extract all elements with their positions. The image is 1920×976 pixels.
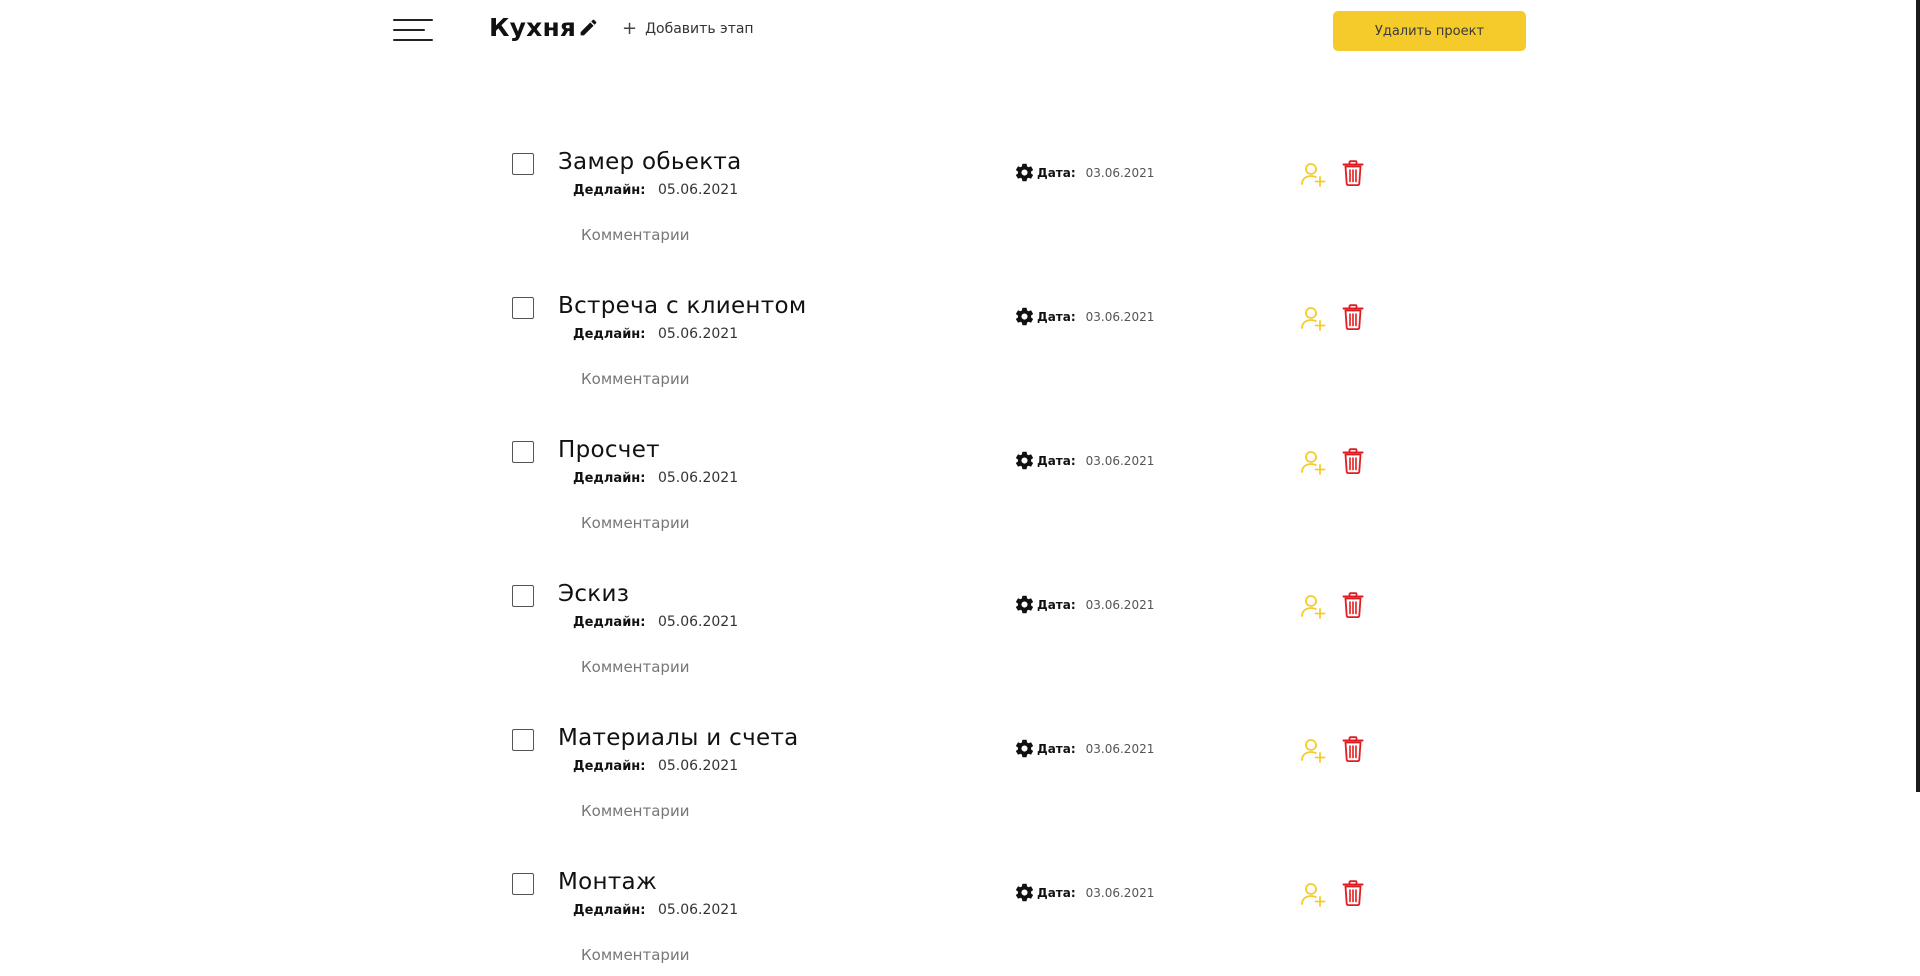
stage-checkbox[interactable] [512,153,534,175]
deadline-label: Дедлайн: [573,183,646,198]
stage-date: Дата: 03.06.2021 [1014,882,1154,903]
stage-title: Эскиз [558,581,630,607]
deadline-value: 05.06.2021 [657,758,739,774]
hamburger-menu-icon[interactable] [393,19,435,43]
gear-icon[interactable] [1014,450,1035,471]
stage-title: Материалы и счета [558,725,799,751]
gear-icon[interactable] [1014,162,1035,183]
stage-checkbox[interactable] [512,297,534,319]
stage-row: Материалы и счета Дедлайн: 05.06.2021 Ко… [0,725,1920,869]
stage-deadline: Дедлайн: 05.06.2021 [573,902,738,918]
deadline-value: 05.06.2021 [657,614,739,630]
project-page: Кухня + Добавить этап Удалить проект Зам… [0,0,1920,976]
deadline-label: Дедлайн: [573,759,646,774]
add-stage-label: Добавить этап [645,21,754,37]
comments-link[interactable]: Комментарии [581,370,689,388]
stage-deadline: Дедлайн: 05.06.2021 [573,758,738,774]
stage-title: Просчет [558,437,660,463]
deadline-label: Дедлайн: [573,327,646,342]
deadline-value: 05.06.2021 [657,182,739,198]
gear-icon[interactable] [1014,882,1035,903]
comments-link[interactable]: Комментарии [581,226,689,244]
deadline-value: 05.06.2021 [657,902,739,918]
comments-link[interactable]: Комментарии [581,802,689,820]
deadline-value: 05.06.2021 [657,470,739,486]
stage-checkbox[interactable] [512,585,534,607]
add-user-icon[interactable] [1300,737,1326,763]
stage-deadline: Дедлайн: 05.06.2021 [573,182,738,198]
stage-row: Монтаж Дедлайн: 05.06.2021 Комментарии Д… [0,869,1920,976]
stage-row: Встреча с клиентом Дедлайн: 05.06.2021 К… [0,293,1920,437]
deadline-label: Дедлайн: [573,615,646,630]
comments-link[interactable]: Комментарии [581,514,689,532]
add-user-icon[interactable] [1300,593,1326,619]
stage-checkbox[interactable] [512,441,534,463]
stage-title: Замер обьекта [558,149,742,175]
stage-row: Эскиз Дедлайн: 05.06.2021 Комментарии Да… [0,581,1920,725]
stage-checkbox[interactable] [512,873,534,895]
trash-icon[interactable] [1342,592,1364,618]
pencil-icon[interactable] [578,17,599,38]
date-value: 03.06.2021 [1085,453,1155,468]
stage-row: Просчет Дедлайн: 05.06.2021 Комментарии … [0,437,1920,581]
trash-icon[interactable] [1342,736,1364,762]
date-label: Дата: [1037,453,1076,468]
add-user-icon[interactable] [1300,881,1326,907]
deadline-label: Дедлайн: [573,903,646,918]
stage-title: Монтаж [558,869,657,895]
trash-icon[interactable] [1342,880,1364,906]
date-value: 03.06.2021 [1085,741,1155,756]
stage-checkbox[interactable] [512,729,534,751]
add-user-icon[interactable] [1300,449,1326,475]
date-label: Дата: [1037,741,1076,756]
gear-icon[interactable] [1014,738,1035,759]
date-value: 03.06.2021 [1085,309,1155,324]
date-value: 03.06.2021 [1085,597,1155,612]
date-label: Дата: [1037,885,1076,900]
add-user-icon[interactable] [1300,161,1326,187]
trash-icon[interactable] [1342,448,1364,474]
project-title-wrapper: Кухня [489,13,599,42]
stage-date: Дата: 03.06.2021 [1014,738,1154,759]
deadline-label: Дедлайн: [573,471,646,486]
stage-date: Дата: 03.06.2021 [1014,306,1154,327]
stage-deadline: Дедлайн: 05.06.2021 [573,470,738,486]
stage-date: Дата: 03.06.2021 [1014,594,1154,615]
gear-icon[interactable] [1014,594,1035,615]
scrollbar[interactable] [1916,0,1920,792]
date-label: Дата: [1037,597,1076,612]
stage-date: Дата: 03.06.2021 [1014,162,1154,183]
gear-icon[interactable] [1014,306,1035,327]
stage-row: Замер обьекта Дедлайн: 05.06.2021 Коммен… [0,149,1920,293]
trash-icon[interactable] [1342,160,1364,186]
delete-project-button[interactable]: Удалить проект [1333,11,1526,51]
deadline-value: 05.06.2021 [657,326,739,342]
add-stage-button[interactable]: + Добавить этап [622,20,754,38]
date-label: Дата: [1037,165,1076,180]
stage-date: Дата: 03.06.2021 [1014,450,1154,471]
comments-link[interactable]: Комментарии [581,946,689,964]
stage-deadline: Дедлайн: 05.06.2021 [573,614,738,630]
date-value: 03.06.2021 [1085,885,1155,900]
trash-icon[interactable] [1342,304,1364,330]
date-value: 03.06.2021 [1085,165,1155,180]
add-user-icon[interactable] [1300,305,1326,331]
comments-link[interactable]: Комментарии [581,658,689,676]
date-label: Дата: [1037,309,1076,324]
stage-deadline: Дедлайн: 05.06.2021 [573,326,738,342]
stage-title: Встреча с клиентом [558,293,807,319]
project-title: Кухня [489,13,577,42]
plus-icon: + [622,18,638,39]
